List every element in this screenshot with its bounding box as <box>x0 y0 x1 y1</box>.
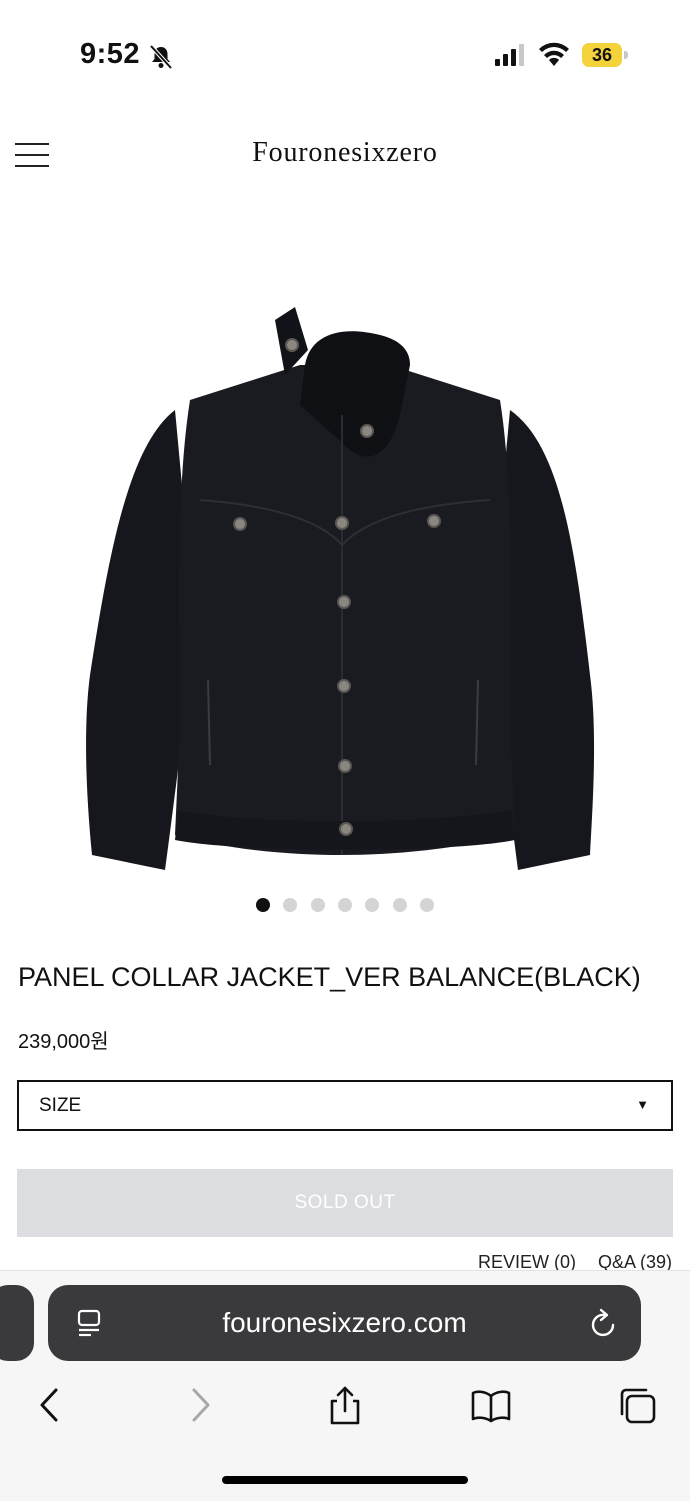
battery-tip <box>624 51 628 59</box>
carousel-dot-1[interactable] <box>255 898 270 912</box>
image-carousel-dots <box>0 898 690 912</box>
size-select-label: SIZE <box>39 1095 82 1116</box>
back-icon[interactable] <box>30 1386 70 1426</box>
dropdown-arrow-icon: ▼ <box>636 1097 649 1112</box>
carousel-dot-4[interactable] <box>338 898 352 912</box>
url-text[interactable]: fouronesixzero.com <box>48 1307 641 1339</box>
tab-review[interactable]: REVIEW (0) <box>478 1252 576 1272</box>
product-price: 239,000원 <box>18 1031 109 1053</box>
battery-icon: 36 <box>582 43 628 67</box>
previous-tab-preview[interactable] <box>0 1285 34 1361</box>
reload-icon[interactable] <box>589 1307 619 1339</box>
brand-logo[interactable]: Fouronesixzero <box>0 137 690 169</box>
carousel-dot-3[interactable] <box>310 898 325 912</box>
tab-qa[interactable]: Q&A (39) <box>598 1252 672 1272</box>
tabs-icon[interactable] <box>618 1386 658 1426</box>
status-bar: 9:52 36 <box>0 0 690 110</box>
site-header: Fouronesixzero <box>0 125 690 185</box>
carousel-dot-6[interactable] <box>392 898 407 912</box>
home-indicator <box>222 1476 468 1484</box>
share-icon[interactable] <box>325 1386 365 1426</box>
sold-out-button[interactable]: SOLD OUT <box>17 1169 673 1237</box>
product-image[interactable] <box>70 295 620 895</box>
bell-slash-icon <box>149 44 173 70</box>
cellular-signal-icon <box>495 44 524 66</box>
battery-level: 36 <box>582 43 622 67</box>
carousel-dot-2[interactable] <box>283 898 298 912</box>
product-title: PANEL COLLAR JACKET_VER BALANCE(BLACK) <box>18 962 641 992</box>
carousel-dot-5[interactable] <box>365 898 380 912</box>
size-select[interactable]: SIZE ▼ <box>17 1080 673 1131</box>
forward-icon[interactable] <box>180 1386 220 1426</box>
carousel-dot-7[interactable] <box>420 898 435 912</box>
status-time: 9:52 <box>80 38 141 70</box>
wifi-icon <box>539 42 569 66</box>
address-bar[interactable]: fouronesixzero.com <box>48 1285 641 1361</box>
bookmarks-icon[interactable] <box>471 1386 511 1426</box>
